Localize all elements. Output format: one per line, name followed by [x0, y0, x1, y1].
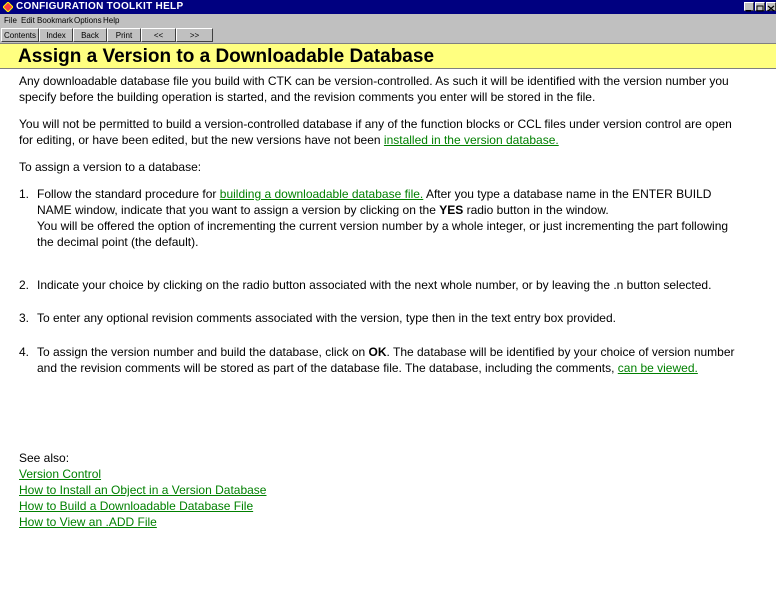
maximize-button[interactable]	[755, 2, 765, 12]
list-item: 4. To assign the version number and buil…	[19, 344, 776, 376]
steps-intro: To assign a version to a database:	[19, 160, 202, 174]
installed-link[interactable]: installed in the version database.	[384, 133, 559, 147]
yes-keyword: YES	[439, 203, 464, 217]
step4-text-after: . The database will be identified by you…	[386, 345, 735, 359]
print-button[interactable]: Print	[107, 28, 141, 42]
app-diamond-icon	[3, 2, 13, 12]
title-bar: CONFIGURATION TOOLKIT HELP	[0, 0, 776, 14]
menu-file[interactable]: File	[4, 14, 17, 27]
step1-line2-text: NAME window, indicate that you want to a…	[37, 203, 440, 217]
step-number: 3.	[19, 311, 30, 325]
step1-line1: Follow the standard procedure for buildi…	[37, 186, 711, 202]
step1-line4: the decimal point (the default).	[37, 235, 199, 249]
list-item: 3. To enter any optional revision commen…	[19, 310, 776, 326]
contents-button[interactable]: Contents	[1, 28, 39, 42]
minimize-button[interactable]	[744, 2, 754, 12]
step3-text: To enter any optional revision comments …	[37, 311, 616, 325]
restriction-paragraph-line2: for editing, or have been edited, but th…	[19, 132, 559, 148]
intro-paragraph-line1: Any downloadable database file you build…	[19, 74, 729, 88]
restriction-paragraph-line1: You will not be permitted to build a ver…	[19, 117, 732, 131]
list-item: 2. Indicate your choice by clicking on t…	[19, 277, 776, 293]
minimize-icon	[746, 10, 751, 12]
step-number: 1.	[19, 187, 30, 201]
step4-line1: To assign the version number and build t…	[37, 344, 735, 360]
view-add-file-link[interactable]: How to View an .ADD File	[19, 514, 266, 530]
back-button[interactable]: Back	[73, 28, 107, 42]
close-button[interactable]	[766, 2, 776, 12]
list-item: 1. Follow the standard procedure for bui…	[19, 186, 776, 250]
menu-bar: File Edit Bookmark Options Help	[0, 14, 776, 27]
ok-keyword: OK	[368, 345, 387, 359]
menu-edit[interactable]: Edit	[21, 14, 35, 27]
step1-line2-text-after: radio button in the window.	[463, 203, 609, 217]
step1-text-after: After you type a database name in the EN…	[423, 187, 712, 201]
close-icon	[767, 5, 775, 12]
version-control-link[interactable]: Version Control	[19, 466, 266, 482]
step-number: 2.	[19, 278, 30, 292]
can-be-viewed-link[interactable]: can be viewed.	[618, 361, 698, 375]
step1-line2: NAME window, indicate that you want to a…	[37, 202, 609, 218]
index-button[interactable]: Index	[39, 28, 73, 42]
see-also-label: See also:	[19, 451, 70, 465]
window-title: CONFIGURATION TOOLKIT HELP	[16, 1, 184, 12]
see-also-links: Version Control How to Install an Object…	[19, 466, 266, 530]
restriction-text: for editing, or have been edited, but th…	[19, 133, 384, 147]
step2-text: Indicate your choice by clicking on the …	[37, 278, 712, 292]
step4-text: To assign the version number and build t…	[37, 345, 369, 359]
step-number: 4.	[19, 345, 30, 359]
step1-text: Follow the standard procedure for	[37, 187, 220, 201]
build-database-link[interactable]: How to Build a Downloadable Database Fil…	[19, 498, 266, 514]
step4-line2-text: and the revision comments will be stored…	[37, 361, 618, 375]
maximize-icon	[756, 5, 764, 12]
topic-header: Assign a Version to a Downloadable Datab…	[0, 44, 776, 69]
intro-paragraph-line2: specify before the building operation is…	[19, 90, 596, 104]
step4-line2: and the revision comments will be stored…	[37, 360, 698, 376]
building-database-link[interactable]: building a downloadable database file.	[220, 187, 424, 201]
browse-forward-button[interactable]: >>	[176, 28, 213, 42]
menu-bookmark[interactable]: Bookmark	[37, 14, 73, 27]
menu-help[interactable]: Help	[103, 14, 119, 27]
browse-back-button[interactable]: <<	[141, 28, 176, 42]
button-bar: Contents Index Back Print << >>	[0, 27, 776, 44]
menu-options[interactable]: Options	[74, 14, 102, 27]
page-title: Assign a Version to a Downloadable Datab…	[18, 46, 435, 67]
install-object-link[interactable]: How to Install an Object in a Version Da…	[19, 482, 266, 498]
step1-line3: You will be offered the option of increm…	[37, 219, 729, 233]
